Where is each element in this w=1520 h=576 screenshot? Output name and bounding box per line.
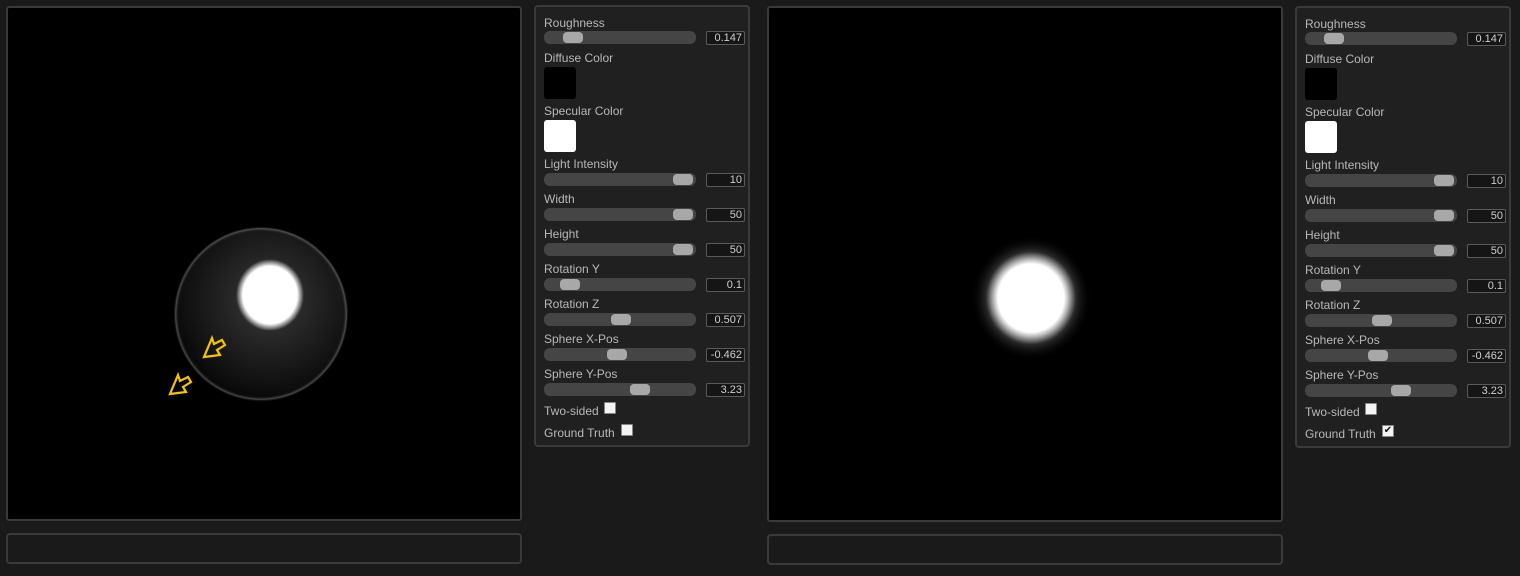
- roughness-slider-thumb[interactable]: [1324, 33, 1345, 44]
- render-viewport-left[interactable]: [6, 6, 522, 521]
- rotation-z-label: Rotation Z: [544, 297, 600, 311]
- light-intensity-value[interactable]: 10: [1467, 174, 1506, 188]
- rotation-y-label: Rotation Y: [544, 262, 600, 276]
- roughness-value[interactable]: 0.147: [1467, 32, 1506, 46]
- roughness-label: Roughness: [544, 16, 605, 30]
- rotation-y-slider-thumb[interactable]: [559, 279, 580, 290]
- render-canvas-left: [168, 226, 349, 402]
- width-label: Width: [544, 192, 575, 206]
- diffuse-color-swatch[interactable]: [544, 67, 576, 99]
- two-sided-label: Two-sided: [544, 404, 599, 418]
- sphere-y-pos-slider[interactable]: [1305, 384, 1457, 397]
- rotation-y-slider-thumb[interactable]: [1320, 280, 1341, 291]
- light-intensity-slider[interactable]: [544, 173, 696, 186]
- height-label: Height: [544, 227, 579, 241]
- height-value[interactable]: 50: [1467, 244, 1506, 258]
- rotation-z-slider-thumb[interactable]: [611, 314, 632, 325]
- ground-truth-checkbox[interactable]: [621, 424, 633, 436]
- width-label: Width: [1305, 193, 1336, 207]
- rotation-z-slider[interactable]: [544, 313, 696, 326]
- height-slider[interactable]: [544, 243, 696, 256]
- light-intensity-value[interactable]: 10: [706, 173, 745, 187]
- specular-color-label: Specular Color: [544, 104, 624, 118]
- sphere-y-pos-label: Sphere Y-Pos: [1305, 368, 1379, 382]
- sphere-x-pos-label: Sphere X-Pos: [1305, 333, 1380, 347]
- ground-truth-checkbox[interactable]: ✔: [1382, 425, 1394, 437]
- rotation-z-slider[interactable]: [1305, 314, 1457, 327]
- light-intensity-label: Light Intensity: [544, 157, 619, 171]
- light-intensity-slider-thumb[interactable]: [673, 174, 693, 185]
- rotation-z-value[interactable]: 0.507: [706, 313, 745, 327]
- height-slider[interactable]: [1305, 244, 1457, 257]
- diffuse-color-label: Diffuse Color: [1305, 52, 1375, 66]
- rotation-z-slider-thumb[interactable]: [1372, 315, 1393, 326]
- arrow-annotation-2: [168, 371, 193, 396]
- light-intensity-label: Light Intensity: [1305, 158, 1380, 172]
- height-slider-thumb[interactable]: [1434, 245, 1454, 256]
- rotation-y-slider[interactable]: [1305, 279, 1457, 292]
- status-bar-left: [6, 533, 522, 564]
- render-viewport-right[interactable]: [767, 6, 1283, 522]
- controls-panel-right: Roughness 0.147 Diffuse Color Specular C…: [1295, 6, 1511, 448]
- roughness-label: Roughness: [1305, 17, 1366, 31]
- width-slider[interactable]: [1305, 209, 1457, 222]
- roughness-slider-thumb[interactable]: [563, 32, 584, 43]
- width-value[interactable]: 50: [706, 208, 745, 222]
- roughness-value[interactable]: 0.147: [706, 31, 745, 45]
- sphere-x-pos-slider-thumb[interactable]: [607, 349, 628, 360]
- height-slider-thumb[interactable]: [673, 244, 693, 255]
- sphere-x-pos-value[interactable]: -0.462: [1467, 349, 1506, 363]
- diffuse-color-swatch[interactable]: [1305, 68, 1337, 100]
- ground-truth-highlight: [971, 236, 1091, 360]
- rotation-y-label: Rotation Y: [1305, 263, 1361, 277]
- sphere-y-pos-value[interactable]: 3.23: [1467, 384, 1506, 398]
- sphere-x-pos-value[interactable]: -0.462: [706, 348, 745, 362]
- sphere-x-pos-label: Sphere X-Pos: [544, 332, 619, 346]
- controls-panel-left: Roughness 0.147 Diffuse Color Specular C…: [534, 5, 750, 447]
- roughness-slider[interactable]: [1305, 32, 1457, 45]
- sphere-x-pos-slider-thumb[interactable]: [1368, 350, 1389, 361]
- specular-color-swatch[interactable]: [1305, 121, 1337, 153]
- render-canvas-right: [971, 236, 1091, 360]
- sphere-y-pos-slider-thumb[interactable]: [630, 384, 651, 395]
- sphere-y-pos-slider-thumb[interactable]: [1391, 385, 1412, 396]
- width-slider[interactable]: [544, 208, 696, 221]
- sphere-x-pos-slider[interactable]: [1305, 349, 1457, 362]
- two-sided-checkbox[interactable]: [1365, 403, 1377, 415]
- rotation-y-value[interactable]: 0.1: [1467, 279, 1506, 293]
- sphere-y-pos-slider[interactable]: [544, 383, 696, 396]
- status-bar-right: [767, 534, 1283, 565]
- rotation-z-label: Rotation Z: [1305, 298, 1361, 312]
- width-value[interactable]: 50: [1467, 209, 1506, 223]
- ground-truth-label: Ground Truth: [1305, 427, 1376, 441]
- width-slider-thumb[interactable]: [1434, 210, 1454, 221]
- rotation-z-value[interactable]: 0.507: [1467, 314, 1506, 328]
- width-slider-thumb[interactable]: [673, 209, 693, 220]
- sphere-y-pos-label: Sphere Y-Pos: [544, 367, 618, 381]
- two-sided-label: Two-sided: [1305, 405, 1360, 419]
- specular-highlight: [236, 259, 304, 331]
- sphere-y-pos-value[interactable]: 3.23: [706, 383, 745, 397]
- roughness-slider[interactable]: [544, 31, 696, 44]
- height-label: Height: [1305, 228, 1340, 242]
- height-value[interactable]: 50: [706, 243, 745, 257]
- light-intensity-slider-thumb[interactable]: [1434, 175, 1454, 186]
- rotation-y-slider[interactable]: [544, 278, 696, 291]
- specular-color-label: Specular Color: [1305, 105, 1385, 119]
- sphere-x-pos-slider[interactable]: [544, 348, 696, 361]
- diffuse-color-label: Diffuse Color: [544, 51, 614, 65]
- specular-color-swatch[interactable]: [544, 120, 576, 152]
- ground-truth-label: Ground Truth: [544, 426, 615, 440]
- rotation-y-value[interactable]: 0.1: [706, 278, 745, 292]
- light-intensity-slider[interactable]: [1305, 174, 1457, 187]
- two-sided-checkbox[interactable]: [604, 402, 616, 414]
